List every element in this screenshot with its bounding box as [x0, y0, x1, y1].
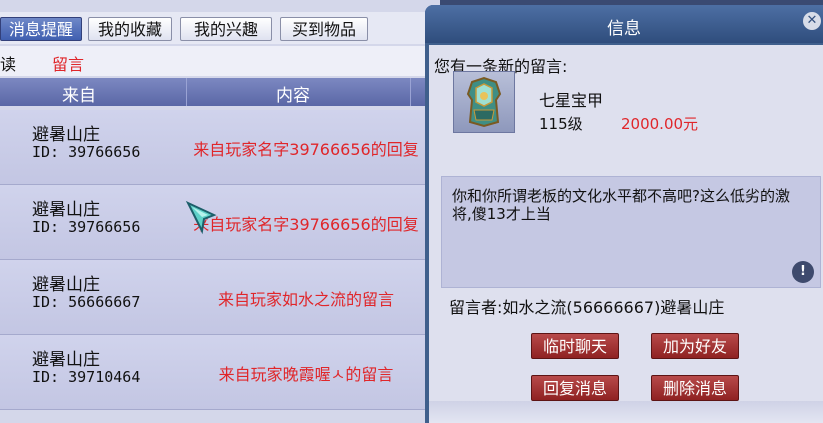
row-sender-id: ID: 39766656	[32, 218, 141, 236]
table-row[interactable]: 避暑山庄 ID: 39766656 来自玩家名字39766656的回复	[0, 110, 440, 185]
table-header: 来自 内容	[0, 78, 440, 106]
add-friend-button[interactable]: 加为好友	[651, 333, 739, 359]
item-price: 2000.00元	[621, 115, 699, 133]
row-content[interactable]: 来自玩家晚霞喔ㅅ的留言	[188, 361, 424, 385]
tab-purchased[interactable]: 买到物品	[280, 17, 368, 41]
dialog-body: 您有一条新的留言: 七星宝甲 115级 2000.00元 你和你所谓老板的文化水…	[429, 45, 823, 423]
dialog-title: 信息	[607, 19, 641, 39]
info-dialog: 信息 ✕ 您有一条新的留言: 七星宝甲 115级 2000.00元 你和你所谓老…	[425, 5, 823, 423]
temp-chat-button[interactable]: 临时聊天	[531, 333, 619, 359]
message-box: 你和你所谓老板的文化水平都不高吧?这么低劣的激将,傻13才上当 !	[441, 176, 821, 288]
delete-message-button[interactable]: 删除消息	[651, 375, 739, 401]
row-content[interactable]: 来自玩家名字39766656的回复	[188, 211, 424, 235]
column-from: 来自	[62, 86, 96, 106]
row-sender-name: 避暑山庄	[32, 200, 100, 220]
row-sender-id: ID: 56666667	[32, 293, 141, 311]
dialog-titlebar[interactable]: 信息 ✕	[425, 5, 823, 43]
item-level: 115级	[539, 115, 583, 133]
armor-icon	[466, 76, 502, 128]
filter-comments[interactable]: 留言	[52, 51, 84, 75]
dialog-footer-decoration	[429, 401, 823, 423]
row-sender-name: 避暑山庄	[32, 125, 100, 145]
message-sender: 留言者:如水之流(56666667)避暑山庄	[449, 298, 725, 317]
tab-bar: 消息提醒 我的收藏 我的兴趣 买到物品	[0, 12, 440, 44]
tab-favorites[interactable]: 我的收藏	[88, 17, 172, 41]
row-sender-id: ID: 39766656	[32, 143, 141, 161]
row-sender-name: 避暑山庄	[32, 350, 100, 370]
report-icon[interactable]: !	[792, 261, 814, 283]
column-content: 内容	[276, 86, 310, 106]
reply-message-button[interactable]: 回复消息	[531, 375, 619, 401]
row-sender-id: ID: 39710464	[32, 368, 141, 386]
message-text: 你和你所谓老板的文化水平都不高吧?这么低劣的激将,傻13才上当	[452, 187, 790, 223]
message-panel: 消息提醒 我的收藏 我的兴趣 买到物品 读 留言 来自 内容 避暑山庄 ID: …	[0, 0, 440, 423]
close-icon[interactable]: ✕	[803, 12, 821, 30]
item-name: 七星宝甲	[539, 91, 604, 110]
column-divider	[410, 78, 411, 106]
cursor-gem-icon	[185, 200, 217, 235]
filter-bar: 读 留言	[0, 46, 440, 76]
table-row[interactable]: 避暑山庄 ID: 56666667 来自玩家如水之流的留言	[0, 260, 440, 335]
row-content[interactable]: 来自玩家名字39766656的回复	[188, 136, 424, 160]
table-row[interactable]: 避暑山庄 ID: 39710464 来自玩家晚霞喔ㅅ的留言	[0, 335, 440, 410]
item-slot[interactable]	[453, 71, 515, 133]
tab-interests[interactable]: 我的兴趣	[180, 17, 272, 41]
tab-messages[interactable]: 消息提醒	[0, 17, 82, 41]
filter-read[interactable]: 读	[0, 51, 16, 75]
row-sender-name: 避暑山庄	[32, 275, 100, 295]
column-divider	[186, 78, 187, 106]
row-content[interactable]: 来自玩家如水之流的留言	[188, 286, 424, 310]
table-row[interactable]: 避暑山庄 ID: 39766656 来自玩家名字39766656的回复	[0, 185, 440, 260]
